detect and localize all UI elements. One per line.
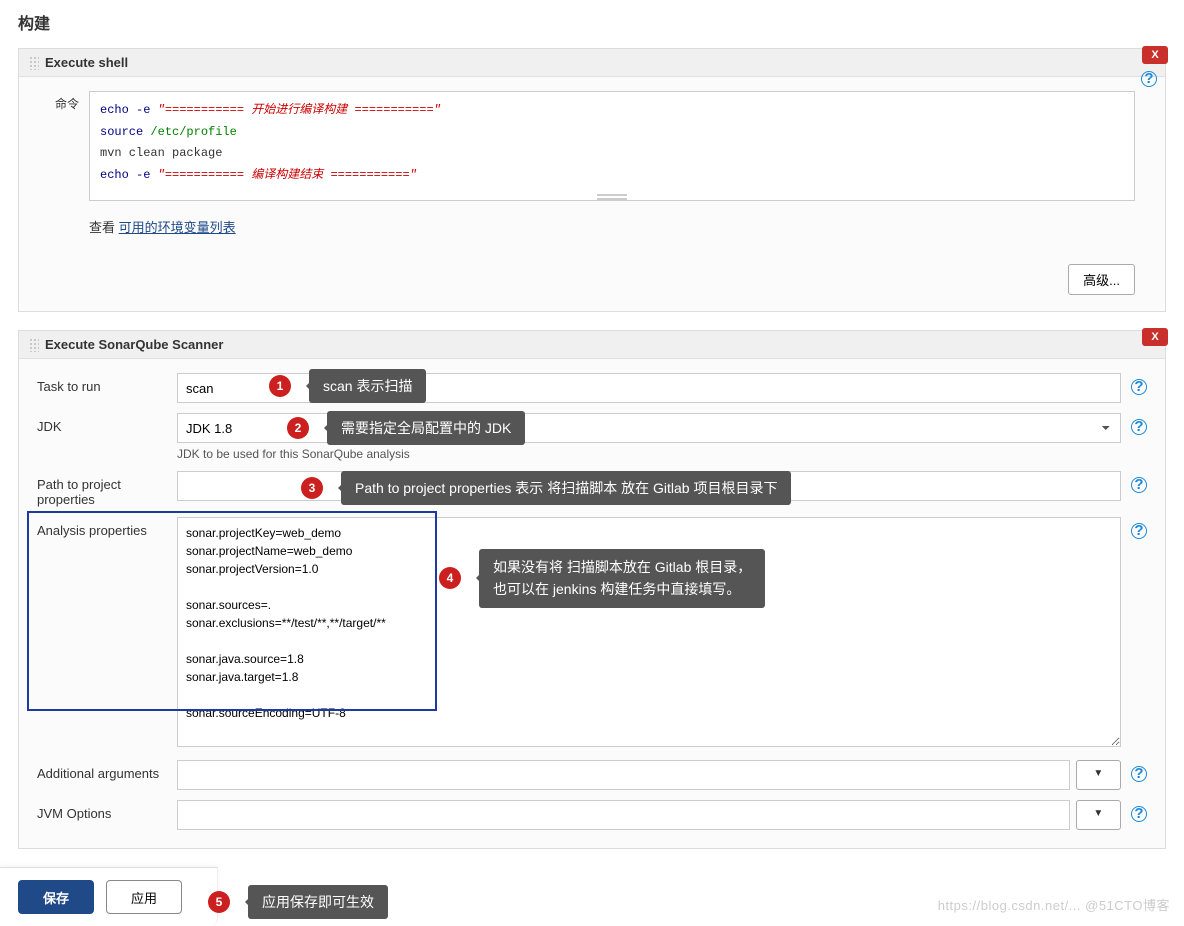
- callout-badge: 3: [301, 477, 323, 499]
- callout-2: 2 需要指定全局配置中的 JDK: [287, 411, 525, 445]
- jdk-label: JDK: [37, 413, 177, 434]
- callout-3: 3 Path to project properties 表示 将扫描脚本 放在…: [301, 471, 791, 505]
- callout-1: 1 scan 表示扫描: [269, 369, 426, 403]
- help-icon[interactable]: ?: [1131, 806, 1147, 822]
- callout-4: 4 如果没有将 扫描脚本放在 Gitlab 根目录，也可以在 jenkins 构…: [439, 549, 765, 608]
- help-icon[interactable]: ?: [1131, 766, 1147, 782]
- help-icon[interactable]: ?: [1141, 71, 1157, 87]
- jdk-hint: JDK to be used for this SonarQube analys…: [177, 447, 1121, 461]
- callout-text: Path to project properties 表示 将扫描脚本 放在 G…: [341, 471, 791, 505]
- command-label: 命令: [49, 91, 89, 112]
- callout-badge: 2: [287, 417, 309, 439]
- drag-handle-icon[interactable]: [29, 338, 39, 352]
- sonar-section-title: Execute SonarQube Scanner: [45, 337, 223, 352]
- jvm-label: JVM Options: [37, 800, 177, 821]
- task-label: Task to run: [37, 373, 177, 394]
- analysis-label: Analysis properties: [37, 517, 177, 538]
- delete-shell-button[interactable]: X: [1142, 46, 1168, 64]
- section-header[interactable]: Execute shell: [19, 49, 1165, 77]
- env-vars-link[interactable]: 可用的环境变量列表: [119, 220, 236, 235]
- delete-sonar-button[interactable]: X: [1142, 328, 1168, 346]
- help-icon[interactable]: ?: [1131, 523, 1147, 539]
- bottom-bar: 保存 应用: [0, 867, 218, 926]
- additional-input[interactable]: [177, 760, 1070, 790]
- help-icon[interactable]: ?: [1131, 419, 1147, 435]
- callout-text: 需要指定全局配置中的 JDK: [327, 411, 525, 445]
- sonarqube-section: X Execute SonarQube Scanner Task to run …: [18, 330, 1166, 849]
- execute-shell-section: X ? Execute shell 命令 echo -e "==========…: [18, 48, 1166, 312]
- additional-label: Additional arguments: [37, 760, 177, 781]
- callout-badge: 5: [208, 891, 230, 913]
- shell-command-editor[interactable]: echo -e "=========== 开始进行编译构建 ==========…: [89, 91, 1135, 201]
- resize-handle-icon[interactable]: [597, 194, 627, 200]
- help-icon[interactable]: ?: [1131, 379, 1147, 395]
- jvm-input[interactable]: [177, 800, 1070, 830]
- env-vars-hint: 查看 可用的环境变量列表: [89, 217, 1135, 236]
- callout-5: 5 应用保存即可生效: [208, 885, 388, 919]
- watermark: https://blog.csdn.net/... @51CTO博客: [938, 895, 1170, 914]
- path-label: Path to project properties: [37, 471, 177, 507]
- callout-text: 应用保存即可生效: [248, 885, 388, 919]
- apply-button[interactable]: 应用: [106, 880, 182, 914]
- callout-text: scan 表示扫描: [309, 369, 426, 403]
- section-header[interactable]: Execute SonarQube Scanner: [19, 331, 1165, 359]
- callout-badge: 4: [439, 567, 461, 589]
- callout-badge: 1: [269, 375, 291, 397]
- advanced-button[interactable]: 高级...: [1068, 264, 1135, 295]
- shell-section-title: Execute shell: [45, 55, 128, 70]
- save-button[interactable]: 保存: [18, 880, 94, 914]
- help-icon[interactable]: ?: [1131, 477, 1147, 493]
- callout-text: 如果没有将 扫描脚本放在 Gitlab 根目录，也可以在 jenkins 构建任…: [479, 549, 765, 608]
- jvm-dropdown-button[interactable]: [1076, 800, 1121, 830]
- page-title: 构建: [0, 0, 1184, 48]
- drag-handle-icon[interactable]: [29, 56, 39, 70]
- additional-dropdown-button[interactable]: [1076, 760, 1121, 790]
